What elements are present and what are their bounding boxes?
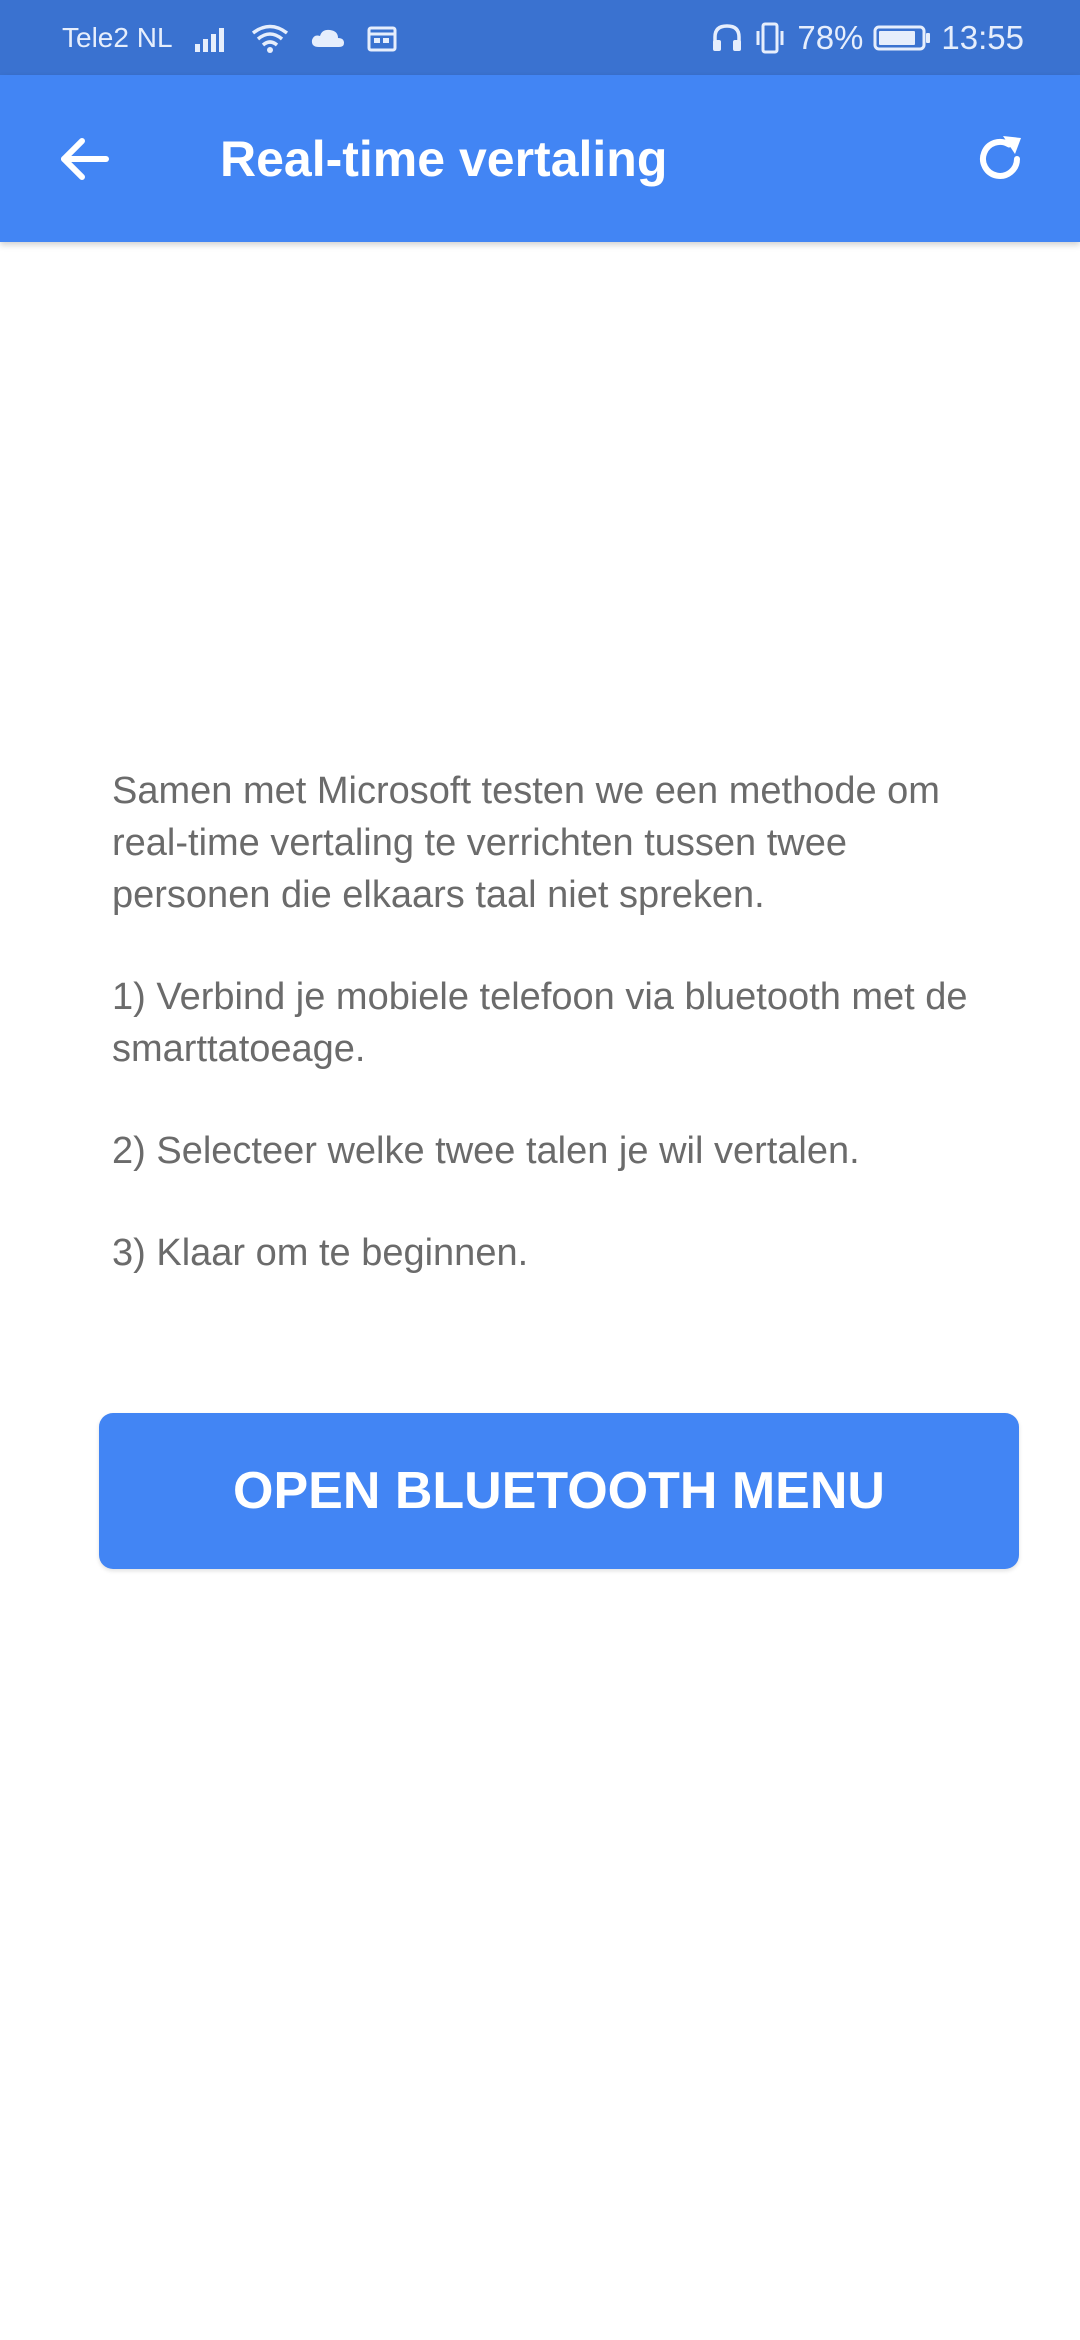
- open-bluetooth-menu-button[interactable]: OPEN BLUETOOTH MENU: [99, 1413, 1019, 1569]
- arrow-left-icon: [61, 138, 109, 180]
- intro-text: Samen met Microsoft testen we een method…: [112, 770, 940, 916]
- signal-icon: [194, 24, 229, 52]
- vibrate-icon: [753, 22, 787, 54]
- carrier-label: Tele2 NL: [62, 21, 173, 53]
- status-left: Tele2 NL: [62, 0, 397, 75]
- wifi-icon: [251, 23, 289, 53]
- headphones-icon: [711, 23, 743, 53]
- step-1-text: 1) Verbind je mobiele telefoon via bluet…: [112, 976, 968, 1070]
- battery-percent: 78%: [797, 18, 864, 56]
- status-right: 78% 13:55: [711, 0, 1024, 75]
- status-bar: Tele2 NL 78% 13:55: [0, 0, 1080, 75]
- refresh-icon: [980, 136, 1021, 179]
- app-bar: Real-time vertaling: [0, 75, 1080, 242]
- step-2-text: 2) Selecteer welke twee talen je wil ver…: [112, 1130, 860, 1172]
- clock: 13:55: [941, 18, 1024, 56]
- instructions: Samen met Microsoft testen we een method…: [112, 765, 992, 1329]
- refresh-button[interactable]: [956, 115, 1044, 203]
- step-3-text: 3) Klaar om te beginnen.: [112, 1232, 529, 1274]
- battery-icon: [873, 24, 931, 52]
- calendar-icon: [367, 24, 397, 52]
- back-button[interactable]: [40, 115, 128, 203]
- cloud-icon: [311, 27, 345, 49]
- page-title: Real-time vertaling: [220, 130, 668, 187]
